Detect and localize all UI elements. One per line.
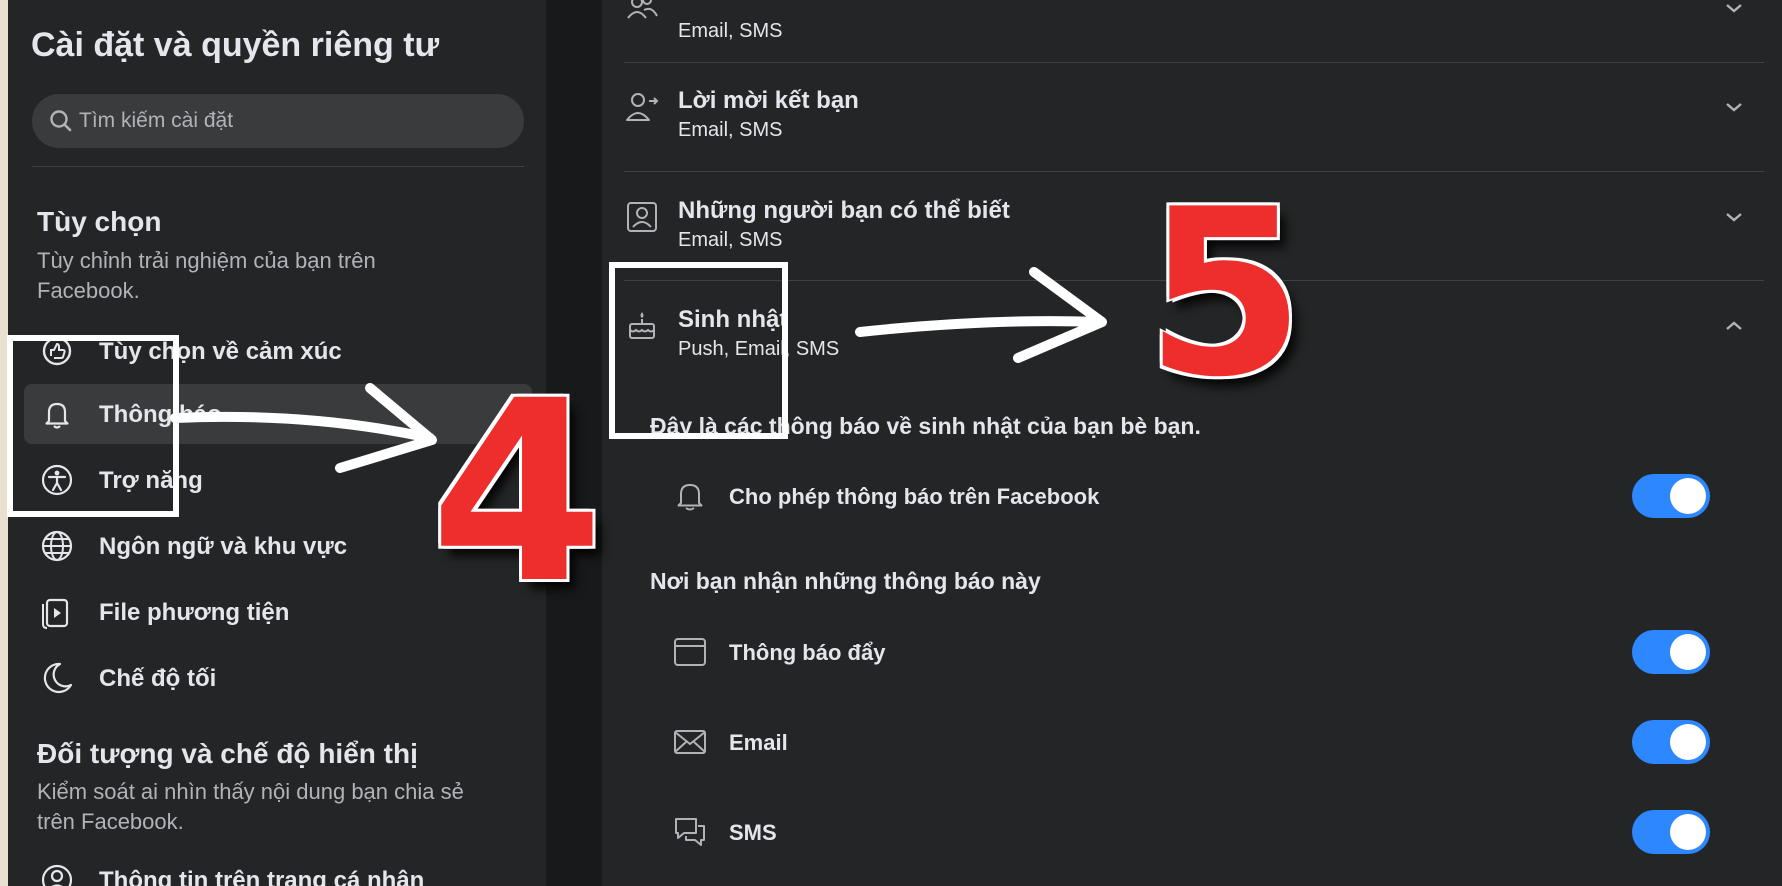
- chevron-up-icon[interactable]: [1724, 320, 1744, 332]
- settings-sidebar: Cài đặt và quyền riêng tư Tìm kiếm cài đ…: [8, 0, 546, 886]
- email-toggle[interactable]: [1632, 720, 1710, 764]
- panel-gap: [546, 0, 602, 886]
- sidebar-item-label: File phương tiện: [99, 599, 290, 626]
- people-icon: [627, 0, 658, 19]
- category-title: Sinh nhật: [678, 306, 788, 333]
- moon-icon: [43, 662, 73, 694]
- audience-description: Kiểm soát ai nhìn thấy nội dung bạn chia…: [37, 779, 464, 834]
- chevron-down-icon[interactable]: [1724, 211, 1744, 223]
- toggle-knob: [1670, 634, 1706, 670]
- left-edge-strip: [0, 0, 8, 886]
- profile-icon: [41, 864, 73, 886]
- notification-settings-panel: Email, SMS Lời mời kết bạn Email, SMS Nh…: [602, 0, 1782, 886]
- channel-row-email: Email: [672, 720, 1712, 764]
- toggle-knob: [1670, 814, 1706, 850]
- sidebar-item-language[interactable]: Ngôn ngữ và khu vực: [24, 516, 532, 576]
- chat-bubbles-icon: [675, 818, 705, 846]
- browser-window-icon: [674, 638, 706, 666]
- sidebar-divider: [32, 166, 524, 167]
- chevron-down-icon[interactable]: [1724, 101, 1744, 113]
- allow-notifications-label: Cho phép thông báo trên Facebook: [729, 484, 1100, 509]
- category-subtitle: Email, SMS: [678, 119, 783, 141]
- accessibility-icon: [41, 464, 73, 496]
- sidebar-item-label: Ngôn ngữ và khu vực: [99, 533, 348, 560]
- sidebar-item-label: Tùy chọn về cảm xúc: [99, 338, 342, 365]
- toggle-knob: [1670, 724, 1706, 760]
- globe-icon: [41, 530, 73, 562]
- sms-toggle[interactable]: [1632, 810, 1710, 854]
- sidebar-item-accessibility[interactable]: Trợ năng: [24, 450, 532, 510]
- contact-card-icon: [627, 202, 657, 232]
- sidebar-item-label: Chế độ tối: [99, 665, 217, 692]
- row-divider: [624, 171, 1764, 172]
- reactions-icon: [42, 336, 72, 366]
- push-toggle[interactable]: [1632, 630, 1710, 674]
- allow-notifications-toggle[interactable]: [1632, 474, 1710, 518]
- search-placeholder: Tìm kiếm cài đặt: [79, 109, 234, 132]
- channel-label: Thông báo đẩy: [729, 640, 886, 665]
- bell-icon: [677, 484, 703, 511]
- row-divider: [624, 62, 1764, 63]
- category-subtitle: Push, Email, SMS: [678, 338, 840, 360]
- sidebar-title: Cài đặt và quyền riêng tư: [31, 26, 440, 64]
- birthday-cake-icon: [629, 312, 655, 339]
- category-title: Lời mời kết bạn: [678, 87, 859, 114]
- channel-row-sms: SMS: [672, 810, 1712, 854]
- preferences-description: Tùy chỉnh trải nghiệm của bạn trên Faceb…: [37, 248, 376, 303]
- chevron-down-icon[interactable]: [1724, 2, 1744, 14]
- delivery-channels-heading: Nơi bạn nhận những thông báo này: [650, 568, 1041, 594]
- bell-icon: [45, 402, 69, 429]
- sidebar-item-label: Thông báo: [99, 401, 222, 428]
- sidebar-item-notifications[interactable]: Thông báo: [24, 384, 532, 444]
- sidebar-item-reactions[interactable]: Tùy chọn về cảm xúc: [24, 321, 532, 381]
- category-title: Những người bạn có thể biết: [678, 197, 1010, 224]
- row-divider: [624, 280, 1764, 281]
- search-icon: [50, 110, 72, 132]
- sidebar-item-label: Trợ năng: [99, 467, 203, 494]
- envelope-icon: [674, 730, 706, 754]
- sidebar-item-media[interactable]: File phương tiện: [24, 582, 532, 642]
- channel-label: SMS: [729, 820, 777, 845]
- search-input[interactable]: Tìm kiếm cài đặt: [32, 94, 524, 148]
- channel-label: Email: [729, 730, 788, 755]
- channel-row-push: Thông báo đẩy: [672, 630, 1712, 674]
- friend-request-icon: [626, 93, 659, 121]
- birthday-description: Đây là các thông báo về sinh nhật của bạ…: [650, 413, 1201, 439]
- media-file-icon: [42, 598, 69, 629]
- sidebar-item-profile-info[interactable]: Thông tin trên trang cá nhân: [24, 850, 532, 886]
- allow-notifications-row: Cho phép thông báo trên Facebook: [672, 474, 1712, 518]
- category-subtitle: Email, SMS: [678, 229, 783, 251]
- audience-title: Đối tượng và chế độ hiển thị: [37, 738, 418, 769]
- preferences-title: Tùy chọn: [37, 206, 162, 237]
- category-subtitle: Email, SMS: [678, 20, 783, 42]
- sidebar-item-dark-mode[interactable]: Chế độ tối: [24, 648, 532, 708]
- sidebar-item-label: Thông tin trên trang cá nhân: [99, 867, 425, 886]
- toggle-knob: [1670, 478, 1706, 514]
